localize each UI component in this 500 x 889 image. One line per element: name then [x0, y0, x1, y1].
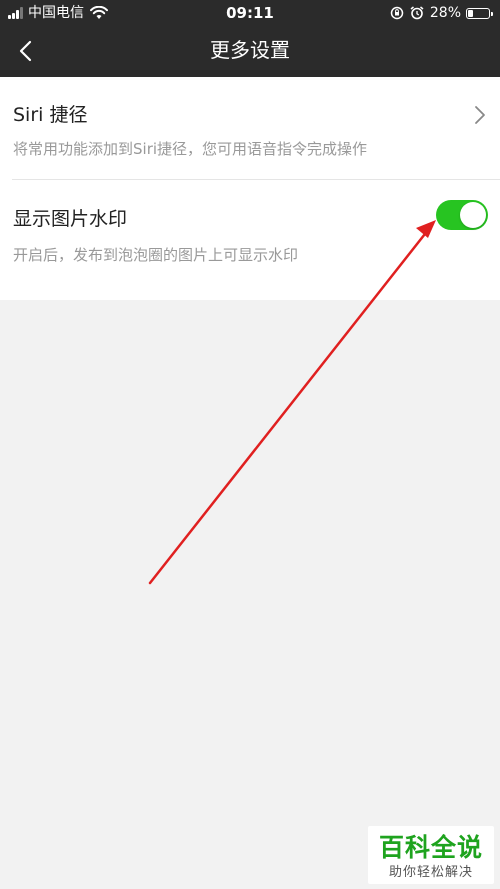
header: 中国电信 09:11 28% 更多设置	[0, 0, 500, 77]
alarm-icon	[410, 6, 424, 20]
watermark-title: 显示图片水印	[13, 208, 128, 230]
watermark-description: 开启后，发布到泡泡圈的图片上可显示水印	[13, 246, 299, 264]
toggle-knob	[460, 202, 486, 228]
battery-icon	[466, 7, 493, 19]
siri-shortcut-description: 将常用功能添加到Siri捷径，您可用语音指令完成操作	[13, 140, 368, 158]
status-bar: 中国电信 09:11 28%	[0, 0, 500, 26]
logo-sub-text: 助你轻松解决	[388, 865, 473, 880]
siri-shortcut-title: Siri 捷径	[13, 104, 88, 126]
watermark-row: 显示图片水印 开启后，发布到泡泡圈的图片上可显示水印	[0, 180, 500, 300]
brand-logo: 百科全说 助你轻松解决	[368, 826, 494, 884]
page-title: 更多设置	[210, 38, 290, 62]
settings-group: Siri 捷径 将常用功能添加到Siri捷径，您可用语音指令完成操作 显示图片水…	[0, 77, 500, 300]
rotation-lock-icon	[390, 6, 404, 20]
siri-shortcut-row[interactable]: Siri 捷径 将常用功能添加到Siri捷径，您可用语音指令完成操作	[0, 77, 500, 179]
watermark-toggle[interactable]	[436, 200, 488, 230]
nav-bar: 更多设置	[0, 26, 500, 77]
chevron-right-icon	[475, 106, 485, 124]
battery-fill	[468, 9, 474, 17]
screen: 中国电信 09:11 28% 更多设置 Siri 捷径 将常用功能添加到Siri…	[0, 0, 500, 889]
status-right: 28%	[384, 0, 493, 26]
battery-percent: 28%	[429, 5, 461, 21]
logo-main-text: 百科全说	[378, 833, 483, 862]
